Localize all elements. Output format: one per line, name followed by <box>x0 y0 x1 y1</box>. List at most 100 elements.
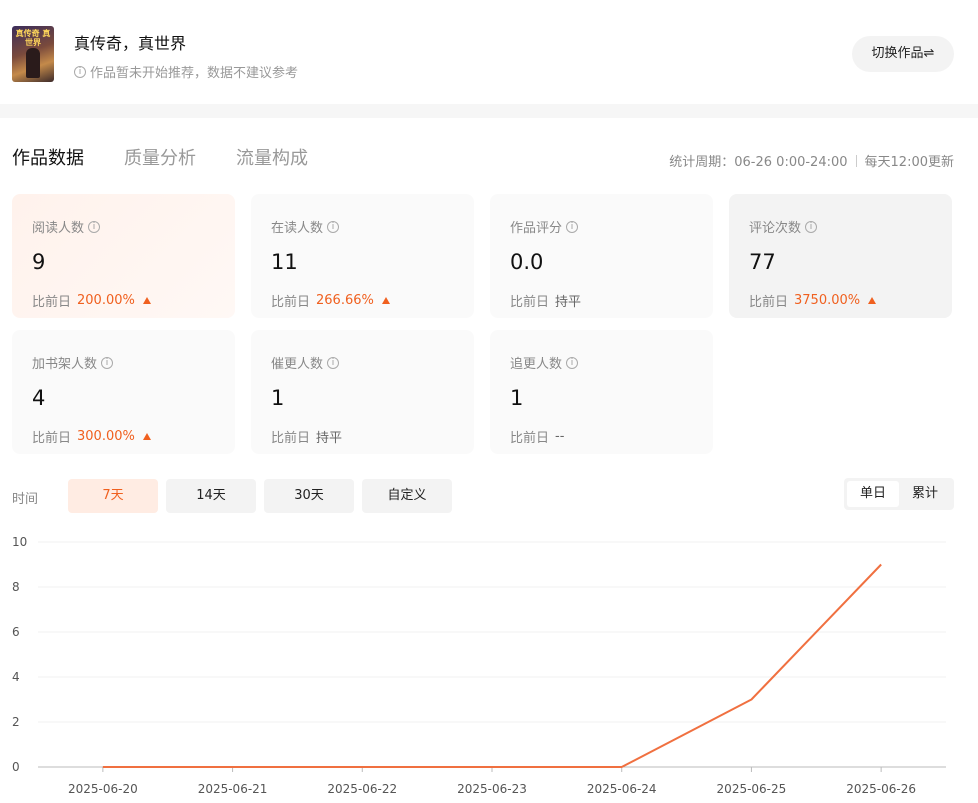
metric-compare: 比前日 -- <box>510 427 564 446</box>
stat-period: 统计周期：06-26 0:00-24:00 每天12:00更新 <box>669 151 954 170</box>
tab-work-data[interactable]: 作品数据 <box>12 144 84 170</box>
book-title: 真传奇，真世界 <box>74 34 187 53</box>
trend-up-icon <box>868 297 877 304</box>
compare-prefix: 比前日 <box>32 431 72 446</box>
metric-value: 77 <box>749 250 776 274</box>
info-icon[interactable]: i <box>805 220 818 233</box>
tab-bar: 作品数据 质量分析 流量构成 <box>12 144 308 170</box>
mode-toggle: 单日 累计 <box>844 478 954 510</box>
metric-value: 4 <box>32 386 46 410</box>
metric-value: 9 <box>32 250 46 274</box>
range-custom-button[interactable]: 自定义 <box>362 479 452 513</box>
book-note: i 作品暂未开始推荐，数据不建议参考 <box>74 62 298 81</box>
y-tick-label: 8 <box>12 580 20 594</box>
metric-label: 催更人数 i <box>271 353 340 372</box>
metric-card-active-readers[interactable]: 在读人数 i 11 比前日 266.66% <box>251 194 474 318</box>
metric-value: 11 <box>271 250 298 274</box>
y-tick-label: 4 <box>12 670 20 684</box>
metric-label-text: 在读人数 <box>271 221 324 236</box>
y-tick-label: 10 <box>12 535 27 549</box>
metric-delta: 300.00% <box>77 429 135 444</box>
book-note-text: 作品暂未开始推荐，数据不建议参考 <box>90 66 299 81</box>
metric-value: 1 <box>510 386 524 410</box>
metric-label: 评论次数 i <box>749 217 818 236</box>
y-tick-label: 6 <box>12 625 20 639</box>
x-tick-label: 2025-06-24 <box>587 782 657 796</box>
metric-compare: 比前日 持平 <box>271 427 342 446</box>
info-icon[interactable]: i <box>327 220 340 233</box>
x-tick-label: 2025-06-20 <box>68 782 138 796</box>
info-icon[interactable]: i <box>101 356 114 369</box>
metric-compare: 比前日 持平 <box>510 291 581 310</box>
metric-label-text: 追更人数 <box>510 357 563 372</box>
metric-label-text: 催更人数 <box>271 357 324 372</box>
metric-card-readers[interactable]: 阅读人数 i 9 比前日 200.00% <box>12 194 235 318</box>
book-cover[interactable]: 真传奇 真世界 <box>12 26 54 82</box>
metric-label: 在读人数 i <box>271 217 340 236</box>
compare-prefix: 比前日 <box>32 295 72 310</box>
compare-prefix: 比前日 <box>749 295 789 310</box>
switch-work-button[interactable]: 切换作品⇌ <box>852 36 954 72</box>
info-icon: i <box>74 65 86 78</box>
metric-label: 加书架人数 i <box>32 353 114 372</box>
metric-compare: 比前日 266.66% <box>271 291 390 310</box>
metric-value: 0.0 <box>510 250 544 274</box>
metric-delta: 266.66% <box>316 293 374 308</box>
section-divider <box>0 104 978 118</box>
time-range-label: 时间 <box>12 492 39 507</box>
x-tick-label: 2025-06-22 <box>327 782 397 796</box>
info-icon[interactable]: i <box>566 220 579 233</box>
info-icon[interactable]: i <box>566 356 579 369</box>
range-30-days-button[interactable]: 30天 <box>264 479 354 513</box>
metric-compare: 比前日 300.00% <box>32 427 151 446</box>
metric-delta: 持平 <box>316 431 343 446</box>
range-7-days-button[interactable]: 7天 <box>68 479 158 513</box>
metric-card-urge-update[interactable]: 催更人数 i 1 比前日 持平 <box>251 330 474 454</box>
mode-cumulative-button[interactable]: 累计 <box>899 481 951 507</box>
range-14-days-button[interactable]: 14天 <box>166 479 256 513</box>
metric-card-comments[interactable]: 评论次数 i 77 比前日 3750.00% <box>729 194 952 318</box>
metric-label-text: 阅读人数 <box>32 221 85 236</box>
metric-card-rating[interactable]: 作品评分 i 0.0 比前日 持平 <box>490 194 713 318</box>
tab-traffic-composition[interactable]: 流量构成 <box>236 144 308 170</box>
line-chart[interactable]: 0 2 4 6 8 10 2025-06-20 2025-06-21 2025-06-22 20… <box>0 530 978 803</box>
update-time-text: 每天12:00更新 <box>864 155 954 170</box>
cover-figure <box>26 48 40 78</box>
x-tick-label: 2025-06-21 <box>198 782 268 796</box>
info-icon[interactable]: i <box>88 220 101 233</box>
cover-title: 真传奇 真世界 <box>15 29 51 47</box>
metric-compare: 比前日 200.00% <box>32 291 151 310</box>
metric-label: 作品评分 i <box>510 217 579 236</box>
metric-label-text: 评论次数 <box>749 221 802 236</box>
compare-prefix: 比前日 <box>510 431 550 446</box>
x-tick-label: 2025-06-26 <box>846 782 916 796</box>
tab-quality-analysis[interactable]: 质量分析 <box>124 144 196 170</box>
y-tick-label: 0 <box>12 760 20 774</box>
x-tick-label: 2025-06-25 <box>717 782 787 796</box>
y-tick-label: 2 <box>12 715 20 729</box>
metric-delta: 3750.00% <box>794 293 861 308</box>
trend-up-icon <box>142 297 151 304</box>
trend-up-icon <box>381 297 390 304</box>
metric-label: 阅读人数 i <box>32 217 101 236</box>
series-line <box>102 563 882 768</box>
metric-compare: 比前日 3750.00% <box>749 291 877 310</box>
x-tick-label: 2025-06-23 <box>457 782 527 796</box>
metric-delta: 持平 <box>555 295 582 310</box>
book-header: 真传奇 真世界 真传奇，真世界 i 作品暂未开始推荐，数据不建议参考 切换作品⇌ <box>0 0 978 104</box>
mode-daily-button[interactable]: 单日 <box>847 481 899 507</box>
metric-label-text: 加书架人数 <box>32 357 98 372</box>
info-icon[interactable]: i <box>327 356 340 369</box>
compare-prefix: 比前日 <box>271 295 311 310</box>
metric-label: 追更人数 i <box>510 353 579 372</box>
trend-up-icon <box>142 433 151 440</box>
metric-label-text: 作品评分 <box>510 221 563 236</box>
metric-delta: 200.00% <box>77 293 135 308</box>
metric-delta: -- <box>555 429 565 444</box>
compare-prefix: 比前日 <box>271 431 311 446</box>
compare-prefix: 比前日 <box>510 295 550 310</box>
stat-period-text: 统计周期：06-26 0:00-24:00 <box>669 155 848 170</box>
metric-card-bookshelf[interactable]: 加书架人数 i 4 比前日 300.00% <box>12 330 235 454</box>
metric-value: 1 <box>271 386 285 410</box>
metric-card-followers[interactable]: 追更人数 i 1 比前日 -- <box>490 330 713 454</box>
